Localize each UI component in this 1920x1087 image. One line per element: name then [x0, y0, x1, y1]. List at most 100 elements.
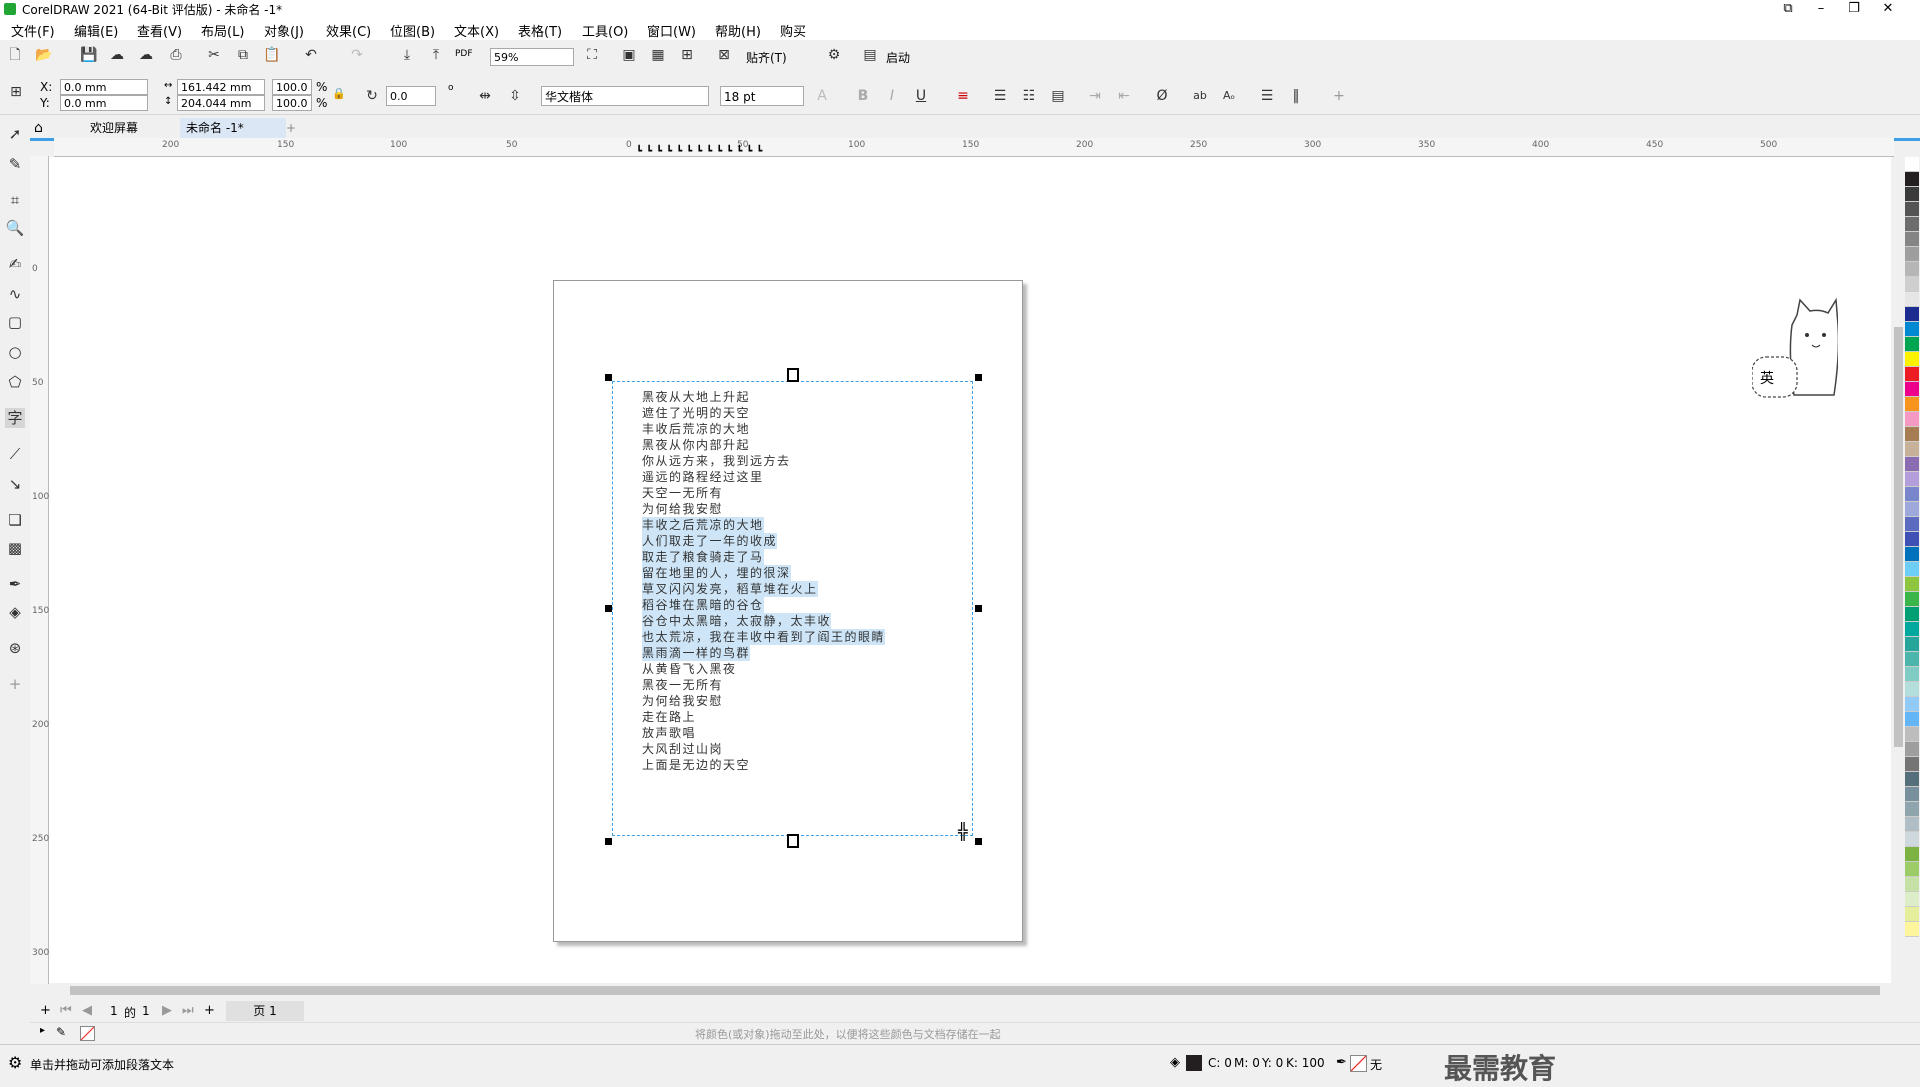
- palette-swatch[interactable]: [1905, 442, 1919, 457]
- palette-swatch[interactable]: [1905, 832, 1919, 847]
- add-icon[interactable]: +: [1329, 86, 1349, 106]
- menu-file[interactable]: 文件(F): [11, 21, 55, 40]
- menu-edit[interactable]: 编辑(E): [74, 21, 118, 40]
- shape-tool-icon[interactable]: ✎: [5, 154, 25, 174]
- font-size-dropdown[interactable]: 18 pt: [720, 86, 804, 106]
- close-button[interactable]: ✕: [1872, 0, 1904, 18]
- palette-swatch[interactable]: [1905, 487, 1919, 502]
- eyedropper-icon[interactable]: ✎: [56, 1025, 66, 1039]
- transparency-tool-icon[interactable]: ▩: [5, 538, 25, 558]
- palette-swatch[interactable]: [1905, 862, 1919, 877]
- palette-swatch[interactable]: [1905, 337, 1919, 352]
- first-page-icon[interactable]: ⏮: [60, 1003, 72, 1018]
- poem-line[interactable]: 你从远方来，我到远方去: [642, 453, 791, 469]
- italic-icon[interactable]: I: [882, 86, 902, 106]
- menu-buy[interactable]: 购买: [780, 21, 806, 40]
- vertical-ruler[interactable]: 0 50 100 150 200 250 300: [30, 156, 49, 984]
- tab-welcome-screen[interactable]: 欢迎屏幕: [84, 118, 144, 138]
- export-pdf-icon[interactable]: PDF: [455, 49, 473, 59]
- palette-swatch[interactable]: [1905, 172, 1919, 187]
- interactive-fill-tool-icon[interactable]: ◈: [5, 602, 25, 622]
- drop-cap-icon[interactable]: ▤: [1048, 86, 1068, 106]
- palette-swatch[interactable]: [1905, 877, 1919, 892]
- palette-swatch[interactable]: [1905, 577, 1919, 592]
- launch-icon[interactable]: ▤: [860, 45, 880, 65]
- underline-icon[interactable]: U: [911, 86, 931, 106]
- artistic-media-tool-icon[interactable]: ∿: [5, 284, 25, 304]
- palette-swatch[interactable]: [1905, 772, 1919, 787]
- text-tool-icon[interactable]: 字: [5, 408, 25, 428]
- connector-tool-icon[interactable]: ↘: [5, 474, 25, 494]
- palette-swatch[interactable]: [1905, 847, 1919, 862]
- poem-line[interactable]: 为何给我安慰: [642, 501, 723, 517]
- palette-swatch[interactable]: [1905, 157, 1919, 172]
- menu-tools[interactable]: 工具(O): [582, 21, 628, 40]
- palette-swatch[interactable]: [1905, 502, 1919, 517]
- pick-tool-icon[interactable]: ➚: [5, 124, 25, 144]
- palette-swatch[interactable]: [1905, 922, 1919, 937]
- show-grid-icon[interactable]: ▦: [648, 45, 668, 65]
- poem-line[interactable]: 遥远的路程经过这里: [642, 469, 764, 485]
- menu-object[interactable]: 对象(J): [264, 21, 304, 40]
- scale-text-icon[interactable]: A: [812, 86, 832, 106]
- palette-swatch[interactable]: [1905, 427, 1919, 442]
- add-page-before-icon[interactable]: +: [40, 1003, 51, 1018]
- palette-swatch[interactable]: [1905, 697, 1919, 712]
- color-eyedropper-tool-icon[interactable]: ✒: [5, 574, 25, 594]
- object-origin-icon[interactable]: ⊞: [6, 82, 26, 102]
- palette-swatch[interactable]: [1905, 742, 1919, 757]
- vertical-text-icon[interactable]: ‖: [1286, 86, 1306, 106]
- poem-line[interactable]: 草叉闪闪发亮，稻草堆在火上: [642, 581, 818, 597]
- palette-swatch[interactable]: [1905, 412, 1919, 427]
- drop-shadow-tool-icon[interactable]: ❏: [5, 510, 25, 530]
- poem-line[interactable]: 天空一无所有: [642, 485, 723, 501]
- text-alignment-icon[interactable]: ≡: [953, 86, 973, 106]
- menu-help[interactable]: 帮助(H): [715, 21, 761, 40]
- font-list-dropdown[interactable]: 华文楷体: [541, 86, 709, 106]
- decrease-indent-icon[interactable]: ⇤: [1114, 86, 1134, 106]
- selection-handle[interactable]: [975, 605, 982, 612]
- palette-swatch[interactable]: [1905, 562, 1919, 577]
- menu-text[interactable]: 文本(X): [454, 21, 499, 40]
- poem-line[interactable]: 谷仓中太黑暗，太寂静，太丰收: [642, 613, 832, 629]
- add-page-after-icon[interactable]: +: [204, 1003, 215, 1018]
- options-gear-icon[interactable]: ⚙: [824, 45, 844, 65]
- show-guidelines-icon[interactable]: ⊞: [677, 45, 697, 65]
- account-icon[interactable]: ⧉: [1772, 0, 1804, 18]
- expand-arrow-icon[interactable]: ▸: [40, 1025, 45, 1036]
- mirror-horizontal-icon[interactable]: ⇹: [475, 86, 495, 106]
- poem-line[interactable]: 留在地里的人，埋的很深: [642, 565, 791, 581]
- text-flow-tab-bottom[interactable]: [787, 834, 799, 848]
- poem-line[interactable]: 丰收后荒凉的大地: [642, 421, 750, 437]
- full-screen-preview-icon[interactable]: ▣: [619, 45, 639, 65]
- tab-document[interactable]: 未命名 -1*: [180, 118, 286, 140]
- palette-swatch[interactable]: [1905, 307, 1919, 322]
- rectangle-tool-icon[interactable]: ▢: [5, 312, 25, 332]
- color-palette[interactable]: [1905, 157, 1920, 1017]
- poem-line[interactable]: 大风刮过山岗: [642, 741, 723, 757]
- palette-swatch[interactable]: [1905, 352, 1919, 367]
- selection-handle[interactable]: [605, 374, 612, 381]
- new-tab-icon[interactable]: +: [280, 118, 302, 138]
- palette-swatch[interactable]: [1905, 202, 1919, 217]
- menu-window[interactable]: 窗口(W): [647, 21, 696, 40]
- open-folder-icon[interactable]: 📂: [34, 45, 54, 65]
- palette-swatch[interactable]: [1905, 817, 1919, 832]
- redo-icon[interactable]: ↷: [347, 45, 367, 65]
- last-page-icon[interactable]: ⏭: [182, 1003, 194, 1018]
- snap-icon[interactable]: ⊠: [714, 45, 734, 65]
- palette-swatch[interactable]: [1905, 322, 1919, 337]
- poem-line[interactable]: 稻谷堆在黑暗的谷仓: [642, 597, 764, 613]
- copy-icon[interactable]: ⧉: [233, 45, 253, 65]
- poem-line[interactable]: 遮住了光明的天空: [642, 405, 750, 421]
- paste-icon[interactable]: 📋: [262, 45, 282, 65]
- palette-swatch[interactable]: [1905, 532, 1919, 547]
- crop-tool-icon[interactable]: ⌗: [5, 190, 25, 210]
- lock-ratio-icon[interactable]: 🔒: [329, 84, 349, 104]
- palette-swatch[interactable]: [1905, 187, 1919, 202]
- poem-line[interactable]: 人们取走了一年的收成: [642, 533, 778, 549]
- selection-handle[interactable]: [975, 838, 982, 845]
- numbered-list-icon[interactable]: ☷: [1019, 86, 1039, 106]
- polygon-tool-icon[interactable]: ⬠: [5, 372, 25, 392]
- launch-dropdown[interactable]: 启动: [886, 49, 910, 66]
